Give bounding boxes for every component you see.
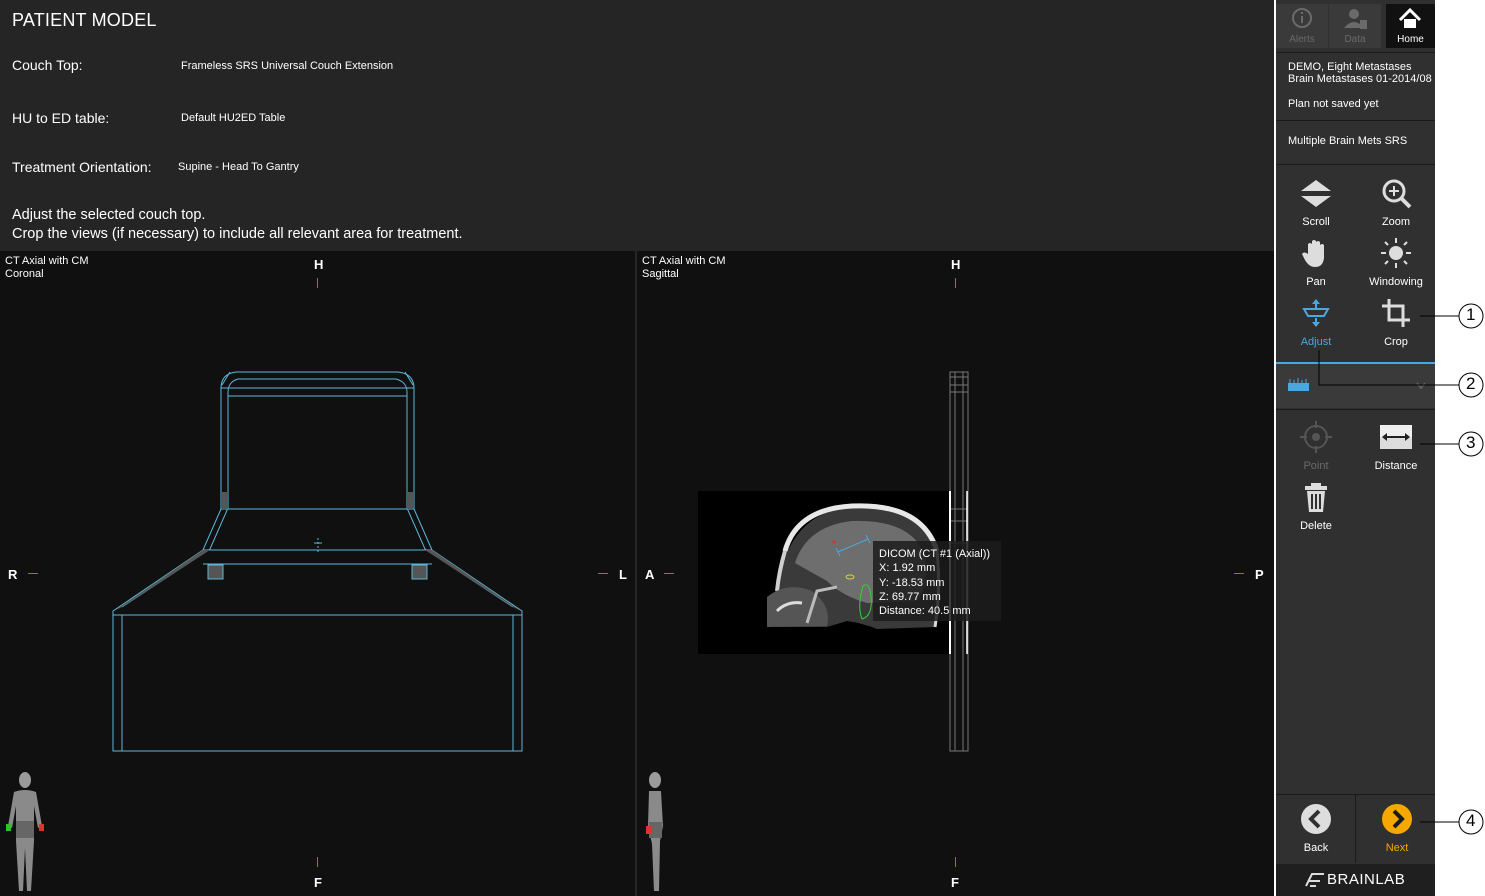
scroll-tool[interactable]: Scroll — [1279, 176, 1353, 232]
brightness-icon — [1381, 238, 1411, 268]
pan-label: Pan — [1306, 276, 1326, 288]
callout-3: 3 — [1466, 433, 1476, 452]
alerts-button[interactable]: Alerts — [1276, 4, 1328, 48]
instruction-adjust: Adjust the selected couch top. — [12, 207, 206, 223]
zoom-tool[interactable]: Zoom — [1359, 176, 1433, 232]
data-label: Data — [1344, 34, 1366, 45]
divider — [1276, 52, 1435, 53]
instruction-crop: Crop the views (if necessary) to include… — [12, 226, 463, 242]
back-button[interactable]: Back — [1278, 802, 1354, 858]
plan-status: Plan not saved yet — [1288, 98, 1379, 110]
back-label: Back — [1303, 842, 1329, 854]
brand-name: BRAINLAB — [1327, 871, 1406, 888]
tooltip-z: Z: 69.77 mm — [879, 590, 941, 603]
windowing-tool[interactable]: Windowing — [1359, 236, 1433, 292]
patient-study: Brain Metastases 01-2014/08 — [1288, 73, 1432, 85]
adjust-tool[interactable]: Adjust — [1279, 296, 1353, 352]
delete-tool[interactable]: Delete — [1279, 480, 1353, 536]
divider — [1276, 120, 1435, 121]
measure-dropdown[interactable] — [1276, 364, 1435, 408]
scroll-label: Scroll — [1302, 216, 1330, 228]
adjust-label: Adjust — [1300, 336, 1332, 348]
tooltip-source: DICOM (CT #1 (Axial)) — [879, 548, 991, 560]
orientation-label: Treatment Orientation: — [12, 159, 152, 175]
orientation-value[interactable]: Supine - Head To Gantry — [178, 161, 299, 173]
main-panel: PATIENT MODEL Couch Top: Frameless SRS U… — [0, 0, 1274, 896]
page-title: PATIENT MODEL — [12, 10, 157, 30]
couch-top-label: Couch Top: — [12, 57, 83, 73]
user-data-icon — [1344, 9, 1367, 29]
ruler-icon — [1288, 378, 1309, 391]
distance-label: Distance — [1374, 460, 1418, 472]
crosshair-icon — [1300, 421, 1332, 453]
home-icon — [1398, 7, 1422, 28]
plan-name[interactable]: Multiple Brain Mets SRS — [1288, 135, 1407, 147]
hand-icon — [1302, 240, 1324, 267]
callout-1: 1 — [1466, 305, 1476, 324]
brainlab-logo-icon — [1305, 873, 1324, 887]
delete-label: Delete — [1300, 520, 1332, 532]
divider — [1355, 795, 1356, 863]
patient-name: DEMO, Eight Metastases — [1288, 61, 1412, 73]
info-icon — [1292, 8, 1312, 28]
couch-top-value[interactable]: Frameless SRS Universal Couch Extension — [181, 60, 393, 72]
next-arrow-icon — [1382, 804, 1412, 834]
crop-icon — [1382, 299, 1410, 327]
sagittal-body-figure — [646, 772, 663, 891]
coronal-body-figure — [6, 772, 44, 891]
distance-icon — [1380, 425, 1412, 449]
home-button[interactable]: Home — [1386, 4, 1435, 48]
chevron-down-icon — [1416, 382, 1426, 390]
tooltip-distance: Distance: 40.5 mm — [879, 605, 971, 618]
windowing-label: Windowing — [1369, 276, 1423, 288]
home-label: Home — [1397, 34, 1424, 45]
next-label: Next — [1385, 842, 1409, 854]
next-button[interactable]: Next — [1359, 802, 1435, 858]
hu-table-value[interactable]: Default HU2ED Table — [181, 112, 285, 124]
patient-info: DEMO, Eight Metastases Brain Metastases … — [1288, 61, 1432, 85]
sidebar: Alerts Data Home DEMO, Eight Metastases … — [1276, 0, 1435, 896]
alerts-label: Alerts — [1289, 34, 1315, 45]
data-button[interactable]: Data — [1329, 4, 1381, 48]
brand-bar: BRAINLAB — [1276, 864, 1435, 896]
coronal-view[interactable]: CT Axial with CM Coronal H R L F — [0, 251, 635, 896]
hu-table-label: HU to ED table: — [12, 110, 110, 126]
crop-label: Crop — [1384, 336, 1408, 348]
callout-2: 2 — [1466, 374, 1476, 393]
sagittal-view[interactable]: CT Axial with CM Sagittal H A P F DICOM … — [637, 251, 1274, 896]
zoom-icon — [1382, 179, 1412, 209]
distance-tool[interactable]: Distance — [1359, 420, 1433, 476]
couch-coronal-model[interactable] — [0, 251, 635, 896]
point-label: Point — [1303, 460, 1329, 472]
back-arrow-icon — [1301, 804, 1331, 834]
tooltip-y: Y: -18.53 mm — [879, 576, 945, 589]
point-tool[interactable]: Point — [1279, 420, 1353, 476]
divider — [1276, 164, 1435, 165]
crop-tool[interactable]: Crop — [1359, 296, 1433, 352]
adjust-couch-icon — [1302, 299, 1330, 327]
tooltip-x: X: 1.92 mm — [879, 562, 936, 575]
scroll-icon — [1301, 180, 1331, 207]
callout-4: 4 — [1466, 811, 1476, 830]
measurement-tooltip: DICOM (CT #1 (Axial)) X: 1.92 mm Y: -18.… — [879, 547, 990, 618]
zoom-label: Zoom — [1381, 216, 1411, 228]
divider — [1276, 409, 1435, 410]
trash-icon — [1305, 483, 1327, 512]
pan-tool[interactable]: Pan — [1279, 236, 1353, 292]
